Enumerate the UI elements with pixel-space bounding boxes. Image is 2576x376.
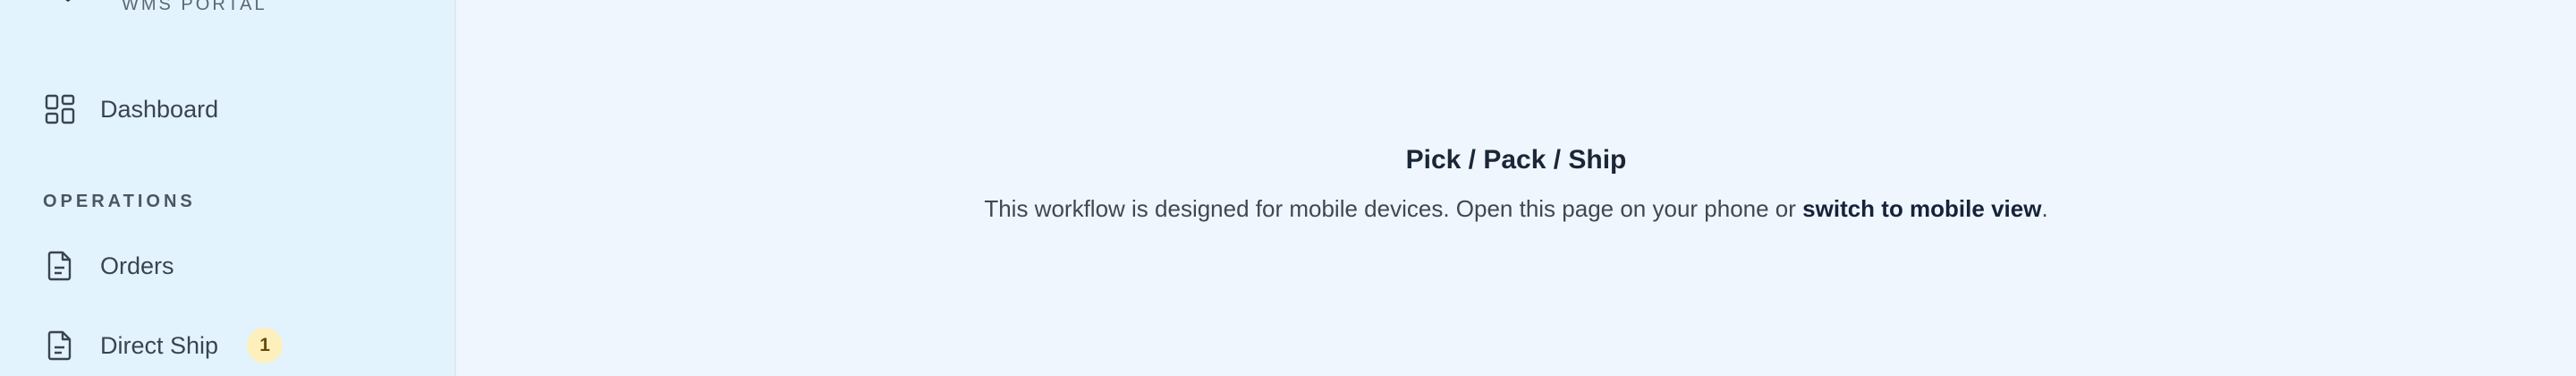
document-icon [43, 249, 77, 283]
app-root: WMS PORTAL Dashboard OPERATIONS Orders D… [0, 0, 2576, 376]
main-content: Pick / Pack / Ship This workflow is desi… [456, 0, 2576, 376]
sidebar-item-dashboard[interactable]: Dashboard [43, 82, 218, 136]
dashboard-grid-icon [43, 92, 77, 126]
sidebar-item-orders[interactable]: Orders [43, 239, 174, 293]
document-icon [43, 329, 77, 363]
brand-logo-icon [65, 0, 71, 2]
brand-subtitle: WMS PORTAL [122, 0, 267, 14]
notice-message-suffix: . [2041, 195, 2048, 222]
notice-message: This workflow is designed for mobile dev… [456, 195, 2576, 223]
sidebar: WMS PORTAL Dashboard OPERATIONS Orders D… [0, 0, 456, 376]
sidebar-item-label: Direct Ship [100, 331, 219, 359]
notice-message-text: This workflow is designed for mobile dev… [984, 195, 1803, 222]
page-title: Pick / Pack / Ship [1405, 145, 1627, 175]
sidebar-item-label: Orders [100, 252, 174, 279]
mobile-only-notice: Pick / Pack / Ship This workflow is desi… [456, 145, 2576, 223]
sidebar-item-direct-ship[interactable]: Direct Ship 1 [43, 319, 284, 372]
section-heading-operations: OPERATIONS [43, 192, 196, 211]
sidebar-item-label: Dashboard [100, 95, 219, 123]
switch-to-mobile-view-link[interactable]: switch to mobile view [1802, 195, 2041, 222]
count-badge: 1 [247, 328, 284, 363]
brand[interactable]: WMS PORTAL [43, 0, 267, 16]
